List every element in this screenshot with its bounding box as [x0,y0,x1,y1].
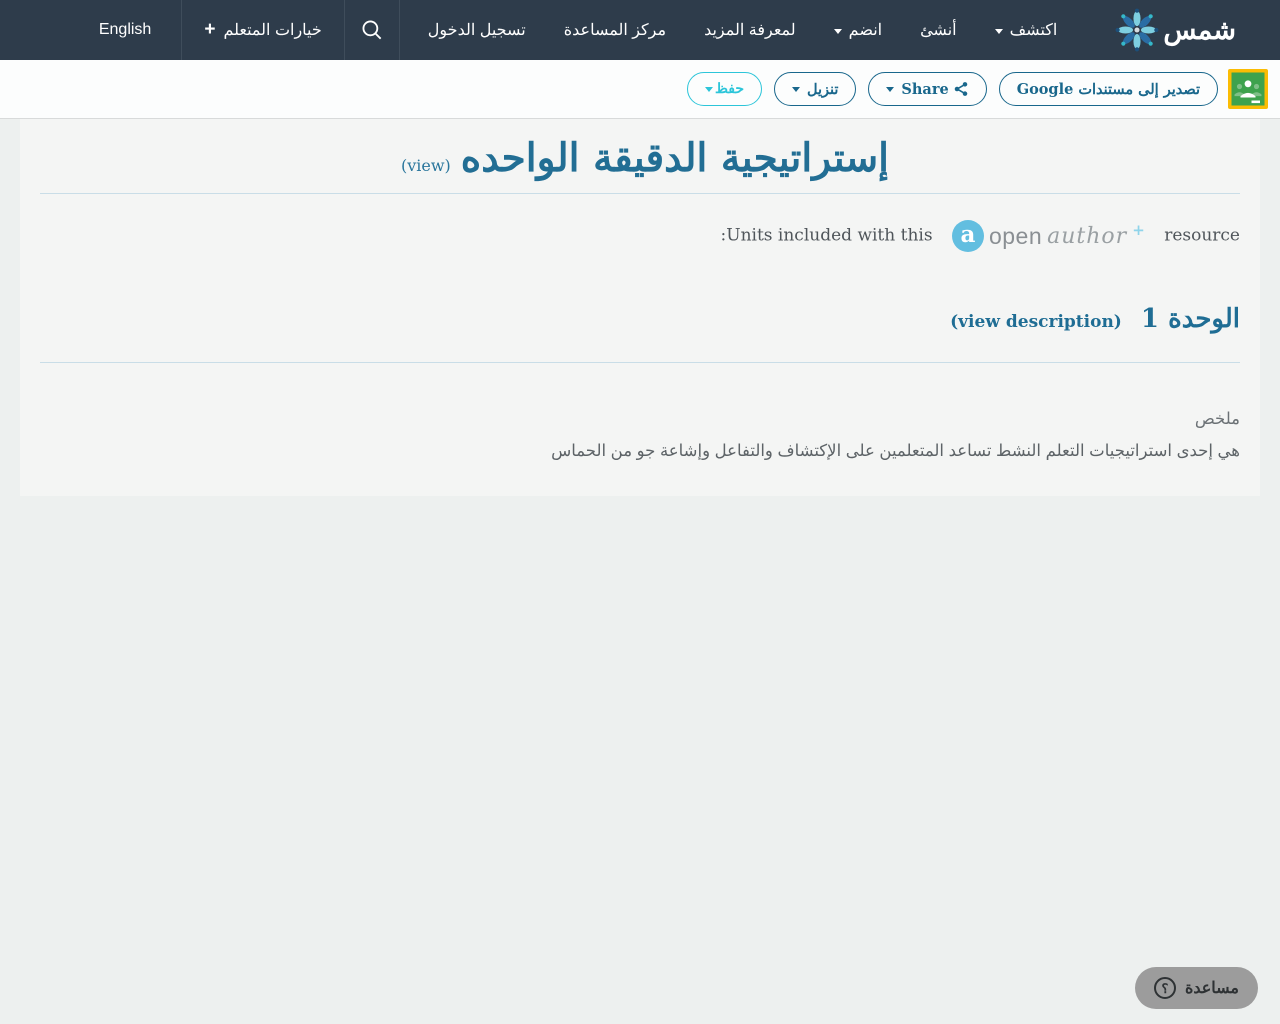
share-label: Share [901,80,949,98]
summary-label: ملخص [1194,410,1240,428]
search-icon [359,17,385,43]
chevron-down-icon [994,28,1003,34]
brand-name: شمس [1163,14,1236,45]
openauthor-plus-mark: + [1132,221,1145,239]
shms-pinwheel-icon [1114,7,1160,53]
openauthor-open-text: open [988,222,1043,249]
download-button[interactable]: تنزيل [773,72,857,106]
download-label: تنزيل [806,80,839,98]
nav-item-join[interactable]: انضم [815,0,901,60]
navbar-divider [181,0,183,60]
google-classroom-share-button[interactable] [1228,69,1268,109]
resource-card: إستراتيجية الدقيقة الواحده (view) Units i… [20,119,1260,497]
plus-icon: + [204,18,216,40]
chevron-down-icon [833,28,842,34]
nav-item-help-center[interactable]: مركز المساعدة [545,0,685,60]
nav-item-label: انضم [848,22,883,39]
help-label: مساعدة [1184,980,1239,997]
openauthor-a-icon: a [951,220,984,252]
nav-item-label: أنشئ [920,22,957,39]
summary-text: هي إحدى استراتيجيات التعلم النشط تساعد ا… [551,442,1240,460]
google-classroom-icon [1228,69,1268,109]
nav-item-label: تسجيل الدخول [427,22,526,39]
unit-heading: الوحدة 1 (view description) [20,304,1260,334]
navbar-divider [398,0,400,60]
nav-item-label: اكتشف [1009,22,1058,39]
resource-title-text: إستراتيجية الدقيقة الواحده [460,135,890,181]
units-included-line: Units included with this a open author + r… [20,220,1260,252]
top-navbar: شمس اكتشف أنشئ انضم لمعرفة المزيد مركز ا… [0,0,1280,60]
save-label: حفظ [714,81,744,97]
openauthor-author-text: author [1047,223,1128,249]
nav-item-login[interactable]: تسجيل الدخول [400,0,545,60]
nav-item-create[interactable]: أنشئ [901,0,976,60]
chevron-down-icon [886,86,895,92]
export-google-docs-label: تصدير إلى مستندات Google [1016,80,1200,98]
resource-toolbar: تصدير إلى مستندات Google Share تنزيل حفظ [0,60,1280,119]
unit-title-link[interactable]: الوحدة 1 [1141,304,1240,334]
question-mark-icon: ؟ [1153,977,1176,999]
share-button[interactable]: Share [868,72,987,106]
nav-item-learner-options[interactable]: خيارات المتعلم + [182,0,343,60]
units-text-before: Units included with this [726,225,933,246]
save-button[interactable]: حفظ [686,72,762,106]
page-title: إستراتيجية الدقيقة الواحده (view) [40,135,1240,181]
language-switch-english[interactable]: English [69,0,181,60]
section-divider [40,362,1240,363]
title-section: إستراتيجية الدقيقة الواحده (view) [40,119,1240,194]
nav-item-label: خيارات المتعلم [223,22,322,39]
share-icon [953,81,969,97]
chevron-down-icon [704,86,713,92]
nav-item-discover[interactable]: اكتشف [976,0,1077,60]
unit-view-description-link[interactable]: (view description) [950,312,1122,332]
navbar-divider [343,0,345,60]
search-button[interactable] [345,0,399,60]
openauthor-logo: a open author + [951,220,1145,252]
summary-section: ملخص هي إحدى استراتيجيات التعلم النشط تس… [20,409,1260,464]
nav-item-label: لمعرفة المزيد [704,22,796,39]
nav-item-learn-more[interactable]: لمعرفة المزيد [685,0,815,60]
nav-item-label: مركز المساعدة [563,22,667,39]
export-google-docs-button[interactable]: تصدير إلى مستندات Google [998,72,1218,106]
shms-logo[interactable]: شمس [1114,0,1236,60]
help-button[interactable]: مساعدة ؟ [1134,967,1258,1009]
chevron-down-icon [791,86,800,92]
title-view-link[interactable]: (view) [401,156,451,175]
